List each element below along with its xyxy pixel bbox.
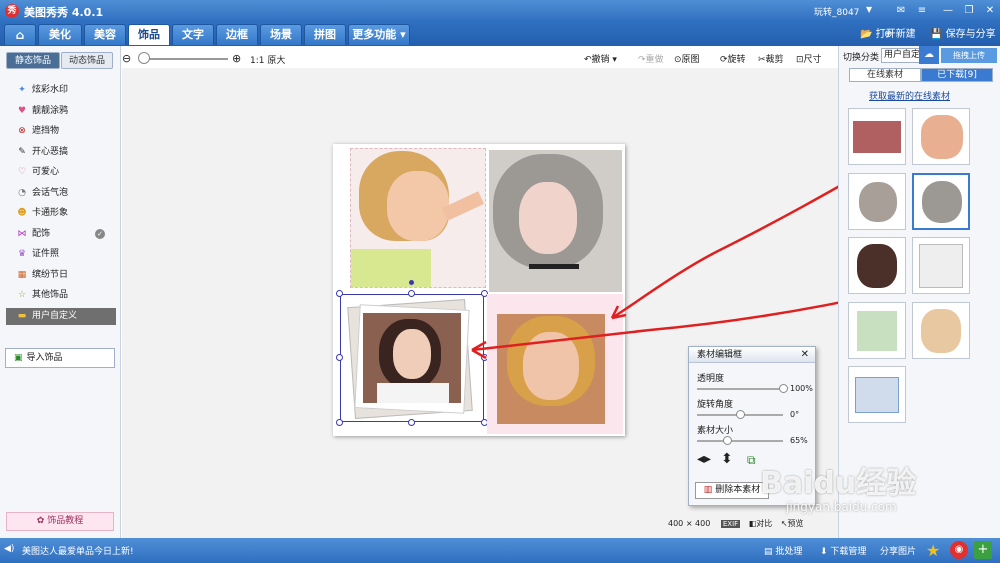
speaker-icon: ◀) bbox=[4, 544, 15, 554]
opacity-slider[interactable] bbox=[697, 388, 783, 390]
share-image-button[interactable]: 分享图片 bbox=[880, 544, 916, 557]
material-size-value: 65% bbox=[790, 436, 808, 445]
preview-icon: ↖ bbox=[780, 519, 788, 528]
batch-icon: ▤ bbox=[764, 547, 773, 557]
thumbnail-image bbox=[855, 377, 899, 413]
thumbnail-image bbox=[919, 244, 963, 288]
compare-button[interactable]: ◧对比 bbox=[749, 519, 773, 528]
material-thumbnail[interactable] bbox=[848, 302, 906, 359]
batch-label: 批处理 bbox=[775, 547, 803, 557]
rotate-angle-value: 0° bbox=[790, 410, 800, 419]
delete-material-button[interactable]: ▥ 删除本素材 bbox=[695, 482, 769, 499]
flip-horizontal-icon[interactable]: ◂▸ bbox=[697, 451, 711, 467]
material-thumbnail[interactable] bbox=[912, 237, 970, 294]
opacity-value: 100% bbox=[790, 384, 813, 393]
rotate-angle-slider-handle[interactable] bbox=[736, 410, 745, 419]
opacity-slider-handle[interactable] bbox=[779, 384, 788, 393]
add-icon[interactable]: + bbox=[974, 541, 992, 559]
app-window: 秀 美图秀秀 4.0.1 玩转_8047 ▼ ✉ ≡ — ❐ ✕ ⌂ 美化 美容… bbox=[0, 0, 1000, 563]
tab-downloaded[interactable]: 已下载[9] bbox=[921, 68, 993, 82]
thumbnail-image bbox=[857, 311, 897, 351]
batch-button[interactable]: ▤ 批处理 bbox=[764, 544, 802, 557]
material-size-slider[interactable] bbox=[697, 440, 783, 442]
material-thumbnail[interactable] bbox=[912, 302, 970, 359]
thumbnail-image bbox=[921, 309, 961, 353]
material-thumbnail[interactable] bbox=[848, 108, 906, 165]
status-bar: ◀) 美图达人最爱单品今日上新! ▤ 批处理 ⬇ 下载管理 分享图片 ★ ◉ + bbox=[0, 538, 1000, 563]
right-panel-header: 切换分类 用户自定 ☁ 拖拽上传 bbox=[839, 46, 1000, 66]
material-size-label: 素材大小 bbox=[697, 426, 734, 436]
image-size: 400 × 400 bbox=[668, 519, 711, 528]
rotate-angle-label: 旋转角度 bbox=[697, 400, 734, 410]
preview-button[interactable]: ↖预览 bbox=[781, 519, 804, 528]
material-thumbnail-selected[interactable] bbox=[912, 173, 970, 230]
material-editor-close-icon[interactable]: ✕ bbox=[801, 349, 809, 360]
delete-material-label: 删除本素材 bbox=[715, 485, 761, 495]
switch-category-label: 切换分类 bbox=[843, 53, 880, 63]
tab-online-materials[interactable]: 在线素材 bbox=[849, 68, 921, 82]
download-label: 下载管理 bbox=[830, 547, 867, 557]
get-latest-materials-link[interactable]: 获取最新的在线素材 bbox=[869, 89, 950, 102]
download-icon: ⬇ bbox=[820, 547, 828, 557]
preview-label: 预览 bbox=[787, 519, 804, 528]
material-thumbnail[interactable] bbox=[848, 366, 906, 423]
copy-material-icon[interactable]: ⧉ bbox=[747, 453, 756, 468]
watermark-text: Baidu经验 bbox=[760, 466, 917, 501]
thumbnail-image bbox=[922, 181, 962, 223]
material-thumbnail[interactable] bbox=[912, 108, 970, 165]
material-thumbnail[interactable] bbox=[848, 173, 906, 230]
material-thumbnail[interactable] bbox=[848, 237, 906, 294]
exif-badge[interactable]: EXIF bbox=[720, 520, 741, 528]
delete-icon: ▥ bbox=[703, 485, 713, 495]
material-editor-title: 素材编辑框 bbox=[689, 347, 815, 363]
thumbnail-image bbox=[853, 121, 901, 153]
download-manager-button[interactable]: ⬇ 下载管理 bbox=[820, 544, 866, 557]
canvas-info: 400 × 400 EXIF ◧对比 ↖预览 bbox=[668, 518, 804, 529]
material-size-slider-handle[interactable] bbox=[723, 436, 733, 445]
thumbnail-image bbox=[857, 244, 897, 288]
upload-icon[interactable]: ☁ bbox=[919, 46, 939, 64]
compare-label: 对比 bbox=[756, 519, 773, 528]
thumbnail-image bbox=[921, 115, 963, 159]
status-message[interactable]: 美图达人最爱单品今日上新! bbox=[22, 544, 134, 557]
flip-vertical-icon[interactable]: ⬍ bbox=[721, 451, 733, 467]
upload-button[interactable]: 拖拽上传 bbox=[941, 48, 997, 63]
watermark-url: jingyan.baidu.com bbox=[786, 500, 897, 514]
opacity-label: 透明度 bbox=[697, 374, 725, 384]
thumbnail-image bbox=[859, 182, 897, 222]
weibo-icon[interactable]: ◉ bbox=[950, 541, 968, 559]
star-icon[interactable]: ★ bbox=[926, 541, 940, 560]
